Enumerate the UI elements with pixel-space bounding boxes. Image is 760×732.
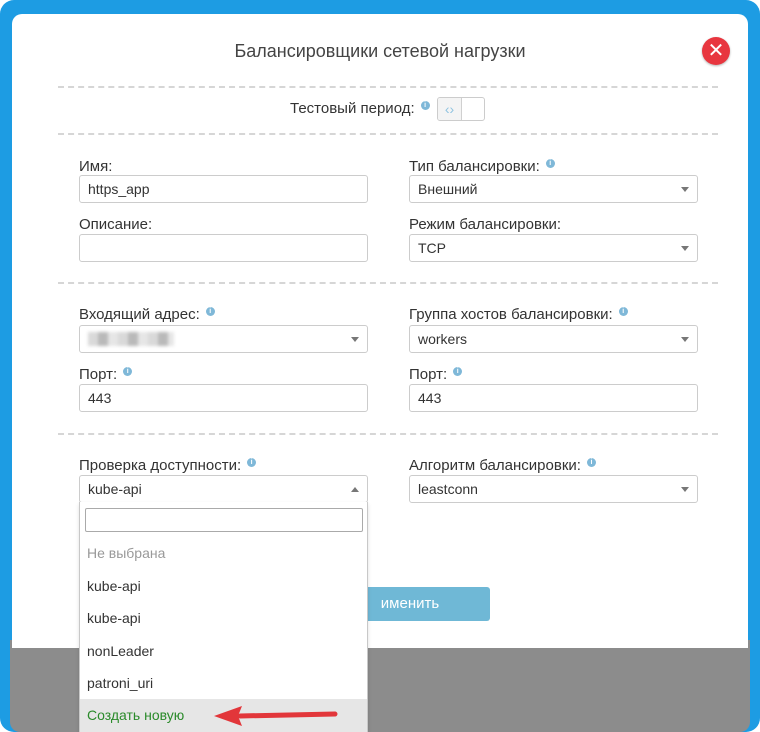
test-period-toggle[interactable]: ‹› bbox=[437, 97, 485, 121]
info-icon: i bbox=[586, 458, 596, 467]
description-label: Описание: bbox=[79, 216, 153, 233]
dropdown-search-input[interactable] bbox=[85, 508, 363, 532]
toggle-knob: ‹› bbox=[438, 98, 462, 120]
name-input[interactable]: https_app bbox=[79, 175, 368, 203]
info-icon: i bbox=[420, 101, 430, 110]
balance-type-select[interactable]: Внешний bbox=[409, 175, 698, 203]
info-icon: i bbox=[618, 307, 628, 316]
dropdown-option[interactable]: kube-api bbox=[80, 602, 367, 635]
balance-mode-select[interactable]: TCP bbox=[409, 234, 698, 262]
info-icon: i bbox=[205, 307, 215, 316]
info-icon: i bbox=[123, 367, 133, 376]
chevron-down-icon bbox=[681, 337, 689, 342]
health-check-select[interactable]: kube-api bbox=[79, 475, 368, 503]
name-label: Имя: bbox=[79, 158, 113, 175]
port-left-input[interactable]: 443 bbox=[79, 384, 368, 412]
modal-title: Балансировщики сетевой нагрузки bbox=[234, 41, 526, 61]
health-check-dropdown: Не выбрана kube-api kube-api nonLeader p… bbox=[79, 502, 368, 732]
incoming-address-label: Входящий адрес: i bbox=[79, 306, 215, 323]
description-input[interactable] bbox=[79, 234, 368, 262]
host-group-label: Группа хостов балансировки: i bbox=[409, 306, 628, 323]
port-left-label: Порт: i bbox=[79, 366, 133, 383]
algorithm-select[interactable]: leastconn bbox=[409, 475, 698, 503]
divider bbox=[58, 282, 718, 284]
algorithm-label: Алгоритм балансировки: i bbox=[409, 457, 596, 474]
chevron-down-icon bbox=[351, 337, 359, 342]
chevron-up-icon bbox=[351, 487, 359, 492]
dropdown-option[interactable]: patroni_uri bbox=[80, 667, 367, 700]
host-group-select[interactable]: workers bbox=[409, 325, 698, 353]
close-icon: ✕ bbox=[707, 40, 725, 62]
chevron-down-icon bbox=[681, 246, 689, 251]
info-icon: i bbox=[545, 159, 555, 168]
divider bbox=[58, 86, 718, 88]
incoming-address-select[interactable] bbox=[79, 325, 368, 353]
info-icon: i bbox=[247, 458, 257, 467]
dropdown-option[interactable]: kube-api bbox=[80, 570, 367, 603]
chevron-down-icon bbox=[681, 187, 689, 192]
health-check-label: Проверка доступности: i bbox=[79, 457, 257, 474]
chevron-down-icon bbox=[681, 487, 689, 492]
annotation-arrow-icon bbox=[214, 706, 338, 726]
close-button[interactable]: ✕ bbox=[702, 37, 730, 65]
test-period-label: Тестовый период: i bbox=[290, 100, 430, 117]
info-icon: i bbox=[453, 367, 463, 376]
dropdown-option-none[interactable]: Не выбрана bbox=[80, 537, 367, 570]
port-right-input[interactable]: 443 bbox=[409, 384, 698, 412]
dropdown-option[interactable]: nonLeader bbox=[80, 635, 367, 668]
divider bbox=[58, 133, 718, 135]
balance-type-label: Тип балансировки: i bbox=[409, 158, 555, 175]
port-right-label: Порт: i bbox=[409, 366, 463, 383]
redacted-address bbox=[88, 332, 174, 346]
balance-mode-label: Режим балансировки: bbox=[409, 216, 562, 233]
divider bbox=[58, 433, 718, 435]
